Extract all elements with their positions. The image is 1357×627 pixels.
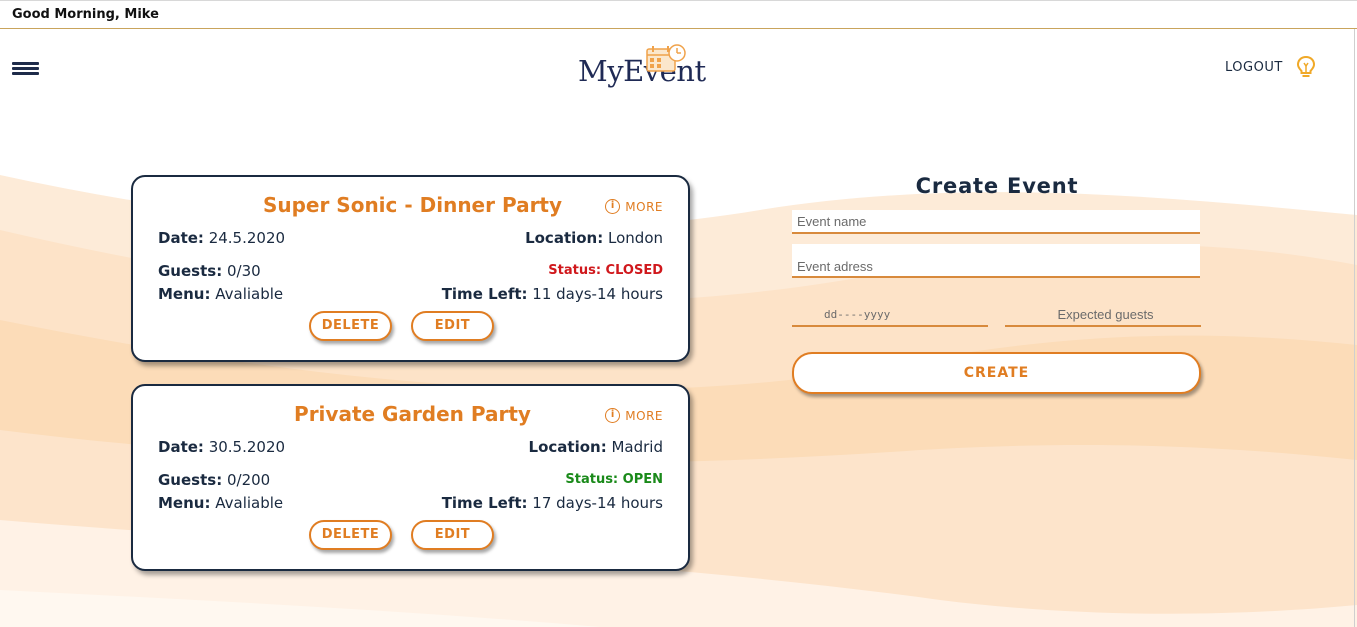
menu-label: Menu: (158, 285, 211, 303)
greeting-bar: Good Morning, Mike (0, 0, 1357, 29)
event-menu: Menu: Avaliable (158, 494, 283, 512)
date-label: Date: (158, 438, 204, 456)
menu-icon[interactable] (12, 62, 39, 76)
menu-label: Menu: (158, 494, 211, 512)
date-value: 24.5.2020 (208, 229, 286, 247)
guests-label: Guests: (158, 262, 223, 280)
time-left-label: Time Left: (441, 494, 528, 512)
guests-value: 0/30 (226, 262, 261, 280)
status-badge: Status: OPEN (565, 472, 663, 487)
location-label: Location: (525, 229, 604, 247)
location-label: Location: (528, 438, 607, 456)
status-badge: Status: CLOSED (548, 263, 663, 278)
guests-label: Guests: (158, 471, 223, 489)
event-date-input[interactable] (792, 304, 988, 327)
greeting-text: Good Morning, Mike (12, 7, 159, 22)
more-button[interactable]: i MORE (605, 408, 663, 423)
date-value: 30.5.2020 (208, 438, 286, 456)
edit-button[interactable]: EDIT (411, 311, 494, 341)
logout-link[interactable]: LOGOUT (1225, 60, 1283, 75)
event-card: Super Sonic - Dinner Party i MORE Date: … (131, 175, 690, 362)
event-card: Private Garden Party i MORE Date: 30.5.2… (131, 384, 690, 571)
event-guests: Guests: 0/200 (158, 471, 270, 489)
time-left-label: Time Left: (441, 285, 528, 303)
event-address-input[interactable] (792, 244, 1200, 278)
event-date: Date: 30.5.2020 (158, 438, 285, 456)
more-label: MORE (625, 199, 663, 214)
event-guests: Guests: 0/30 (158, 262, 261, 280)
menu-value: Avaliable (215, 494, 284, 512)
logo[interactable]: MyEvent (576, 44, 706, 94)
info-icon: i (605, 199, 621, 214)
event-menu: Menu: Avaliable (158, 285, 283, 303)
time-left-value: 11 days-14 hours (532, 285, 663, 303)
calendar-clock-icon (646, 44, 686, 72)
event-time-left: Time Left: 11 days-14 hours (442, 285, 663, 303)
delete-button[interactable]: DELETE (309, 520, 392, 550)
menu-value: Avaliable (215, 285, 284, 303)
event-time-left: Time Left: 17 days-14 hours (442, 494, 663, 512)
info-icon: i (605, 408, 621, 423)
more-label: MORE (625, 408, 663, 423)
event-location: Location: Madrid (529, 438, 663, 456)
guests-value: 0/200 (226, 471, 271, 489)
right-divider (1354, 29, 1355, 627)
delete-button[interactable]: DELETE (309, 311, 392, 341)
more-button[interactable]: i MORE (605, 199, 663, 214)
expected-guests-input[interactable] (1005, 304, 1201, 327)
date-label: Date: (158, 229, 204, 247)
create-event-title: Create Event (915, 174, 1079, 198)
event-date: Date: 24.5.2020 (158, 229, 285, 247)
lightbulb-icon[interactable] (1296, 55, 1316, 79)
header: MyEvent LOGOUT (0, 30, 1357, 110)
location-value: London (608, 229, 663, 247)
event-location: Location: London (525, 229, 663, 247)
edit-button[interactable]: EDIT (411, 520, 494, 550)
create-button[interactable]: CREATE (792, 352, 1201, 394)
location-value: Madrid (611, 438, 663, 456)
event-name-input[interactable] (792, 210, 1200, 234)
time-left-value: 17 days-14 hours (532, 494, 663, 512)
